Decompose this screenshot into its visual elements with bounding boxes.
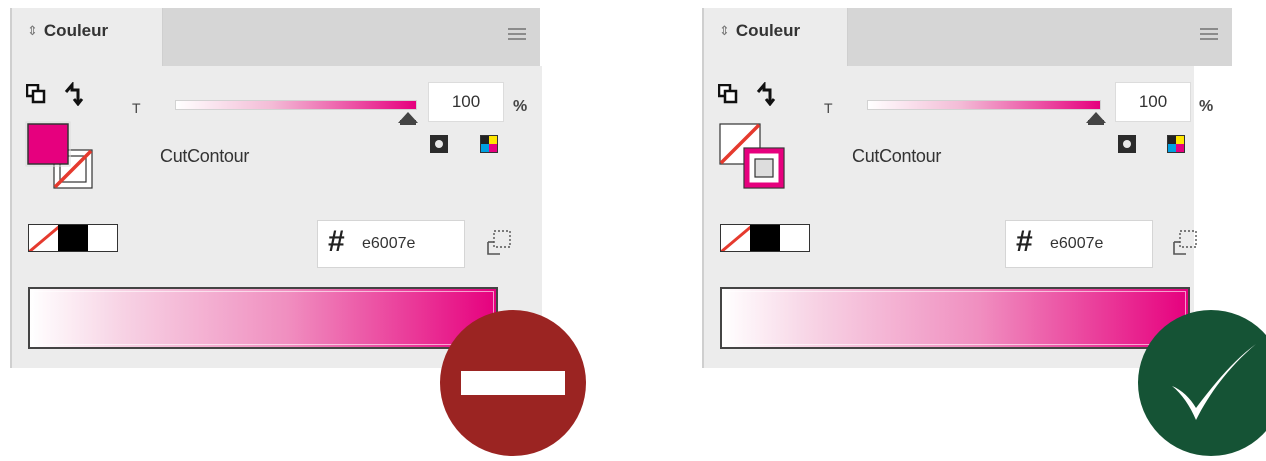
black-swatch[interactable] [750, 225, 780, 251]
no-entry-bar [461, 371, 565, 395]
fill-swatch [25, 121, 71, 167]
tab-couleur[interactable]: ⇕ Couleur [702, 8, 848, 68]
tab-couleur[interactable]: ⇕ Couleur [10, 8, 163, 68]
tab-label: Couleur [735, 21, 801, 40]
hex-field[interactable]: # e6007e [317, 220, 465, 268]
none-swatch[interactable] [29, 225, 59, 251]
stroke-swatch [743, 147, 785, 189]
hex-value[interactable]: e6007e [1050, 235, 1103, 253]
tint-slider-handle[interactable] [398, 112, 418, 125]
collapse-toggle-icon[interactable]: ⇕ [27, 23, 38, 39]
panel-menu-icon[interactable] [508, 28, 526, 40]
spot-color-icon[interactable] [430, 135, 448, 153]
tint-label: T [132, 100, 141, 116]
collapse-toggle-icon[interactable]: ⇕ [719, 23, 730, 39]
fill-stroke-widget[interactable] [24, 120, 96, 192]
tint-label: T [824, 100, 833, 116]
default-fill-stroke-icon[interactable] [718, 84, 738, 104]
hex-hash-icon: # [328, 225, 345, 258]
cmyk-icon[interactable] [1167, 135, 1185, 153]
white-swatch[interactable] [779, 225, 809, 251]
none-black-white-swatches [720, 224, 810, 252]
tint-slider[interactable] [175, 100, 417, 110]
swatch-name: CutContour [160, 146, 250, 166]
swap-fill-stroke-icon[interactable] [754, 82, 776, 106]
color-panel-left: ⇕ Couleur T 100 % CutContour # e6007e [10, 8, 542, 368]
cmyk-icon[interactable] [480, 135, 498, 153]
add-swatch-icon[interactable] [1172, 230, 1198, 256]
swap-fill-stroke-icon[interactable] [62, 82, 84, 106]
swatch-name: CutContour [852, 146, 942, 166]
none-black-white-swatches [28, 224, 118, 252]
white-swatch[interactable] [87, 225, 117, 251]
color-ramp[interactable] [28, 287, 498, 349]
spot-color-icon[interactable] [1118, 135, 1136, 153]
no-entry-icon [440, 310, 586, 456]
percent-sign: % [1199, 98, 1214, 115]
hex-hash-icon: # [1016, 225, 1033, 258]
fill-stroke-widget[interactable] [716, 120, 788, 192]
checkmark-icon [1138, 310, 1266, 456]
hex-field[interactable]: # e6007e [1005, 220, 1153, 268]
checkmark-glyph [1172, 344, 1256, 420]
tint-slider[interactable] [867, 100, 1101, 110]
color-ramp[interactable] [720, 287, 1190, 349]
tint-input[interactable]: 100 [428, 82, 504, 122]
tint-slider-handle[interactable] [1086, 112, 1106, 125]
percent-sign: % [513, 98, 528, 115]
tab-label: Couleur [43, 21, 109, 40]
none-swatch[interactable] [721, 225, 751, 251]
tint-input[interactable]: 100 [1115, 82, 1191, 122]
black-swatch[interactable] [58, 225, 88, 251]
default-fill-stroke-icon[interactable] [26, 84, 46, 104]
panel-menu-icon[interactable] [1200, 28, 1218, 40]
add-swatch-icon[interactable] [486, 230, 512, 256]
hex-value[interactable]: e6007e [362, 235, 415, 253]
